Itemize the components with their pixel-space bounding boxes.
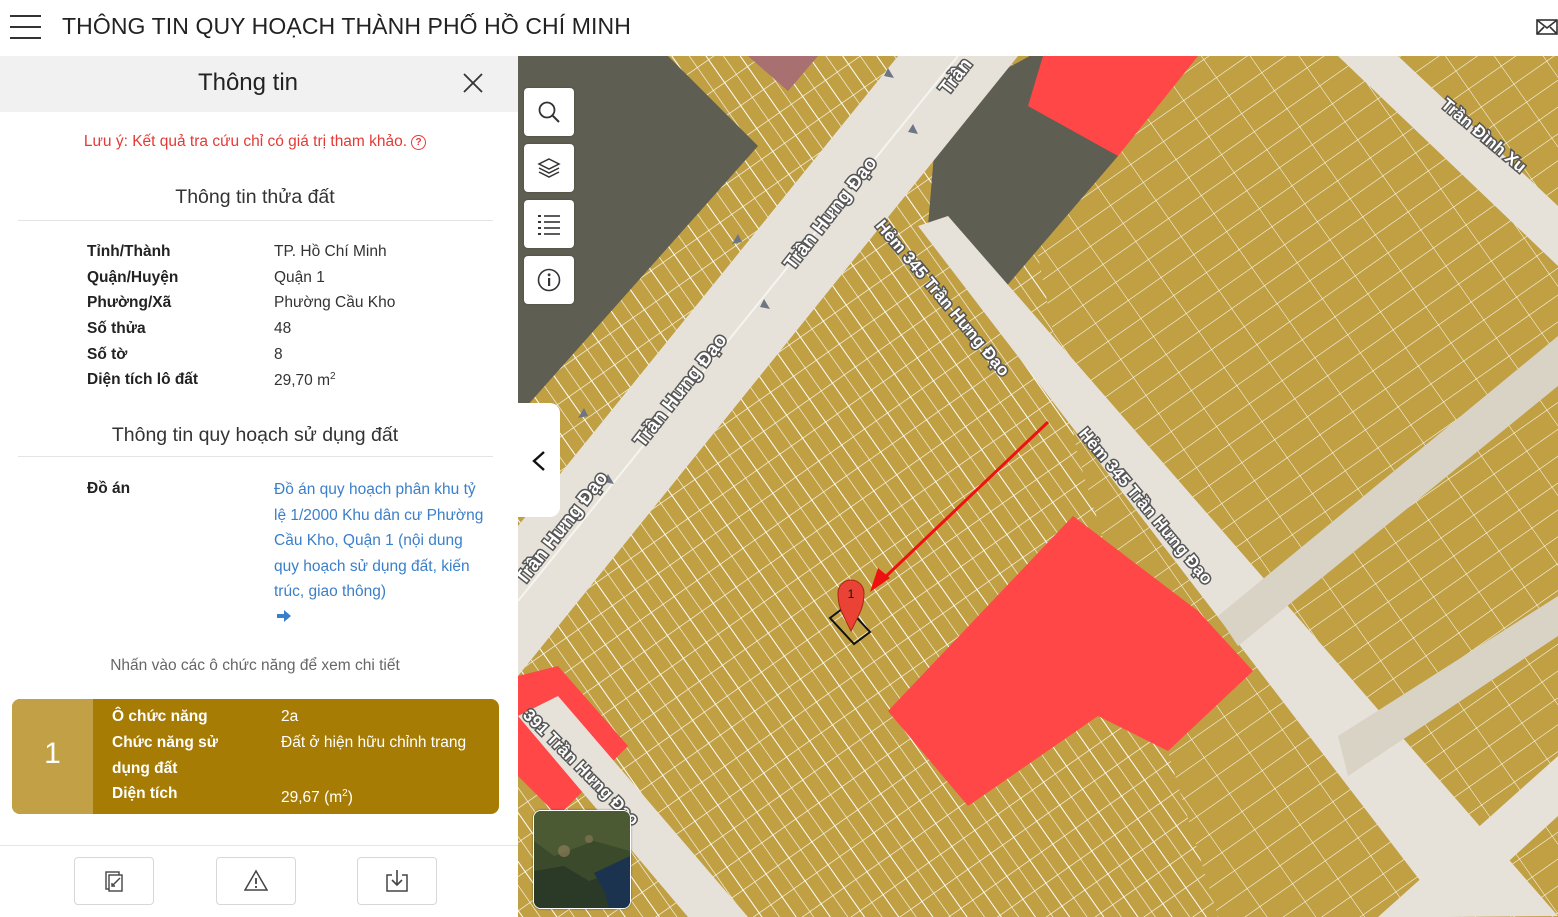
project-label: Đồ án — [87, 480, 131, 497]
map-search-button[interactable] — [524, 88, 574, 136]
download-button[interactable] — [357, 857, 437, 905]
map-view[interactable]: Trần Hưng Đạo Trần Hưng Đạo Hẻm 345 Trần… — [518, 56, 1558, 917]
map-legend-button[interactable] — [524, 200, 574, 248]
lot-area-value: 29,70 m2 — [274, 371, 336, 390]
warning-icon — [244, 869, 268, 891]
lot-area-number: 29,70 m — [274, 372, 331, 390]
card-number-box: 1 — [12, 699, 93, 814]
info-panel: Thông tin Lưu ý: Kết quả tra cứu chỉ có … — [0, 56, 518, 917]
function-zone-card[interactable]: 1 Ô chức năng 2a Chức năng sử dụng đất Đ… — [12, 699, 499, 814]
chevron-left-icon — [532, 451, 545, 471]
document-edit-icon — [105, 871, 123, 892]
satellite-minimap[interactable] — [533, 810, 631, 909]
function-zone-label: Ô chức năng — [112, 708, 208, 725]
sheet-number-label: Số tờ — [87, 346, 128, 363]
lot-area-label: Diện tích lô đất — [87, 371, 199, 388]
parcel-number-value: 48 — [274, 320, 292, 337]
report-button[interactable] — [216, 857, 296, 905]
area-value: 29,67 (m2) — [281, 781, 353, 811]
ward-label: Phường/Xã — [87, 294, 172, 311]
panel-header: Thông tin — [0, 56, 518, 112]
search-icon — [538, 101, 560, 123]
area-number: 29,67 (m — [281, 789, 343, 807]
project-link[interactable]: Đồ án quy hoạch phân khu tỷ lệ 1/2000 Kh… — [274, 477, 489, 605]
area-label: Diện tích — [112, 785, 178, 802]
app-title: THÔNG TIN QUY HOẠCH THÀNH PHỐ HỒ CHÍ MIN… — [62, 13, 631, 39]
planning-section-title: Thông tin quy hoạch sử dụng đất — [111, 424, 399, 446]
province-value: TP. Hồ Chí Minh — [274, 243, 387, 260]
disclaimer-text: Lưu ý: Kết quả tra cứu chỉ có giá trị th… — [83, 133, 408, 150]
district-value: Quận 1 — [274, 269, 325, 286]
info-icon — [537, 268, 561, 292]
list-icon — [538, 215, 560, 235]
panel-title: Thông tin — [197, 69, 299, 96]
lot-area-unit-sup: 2 — [330, 371, 336, 382]
layers-icon — [537, 158, 561, 178]
download-icon — [386, 870, 408, 892]
parcel-number-label: Số thửa — [87, 320, 146, 337]
map-canvas[interactable]: Trần Hưng Đạo Trần Hưng Đạo Hẻm 345 Trần… — [518, 56, 1558, 917]
divider — [18, 456, 493, 457]
hint-text: Nhấn vào các ô chức năng để xem chi tiết — [110, 657, 400, 674]
function-zone-value: 2a — [281, 708, 299, 725]
land-section-title: Thông tin thửa đất — [175, 186, 335, 208]
land-use-value: Đất ở hiện hữu chỉnh trang — [281, 734, 467, 751]
mail-icon[interactable] — [1536, 16, 1558, 38]
document-button[interactable] — [74, 857, 154, 905]
province-label: Tỉnh/Thành — [87, 243, 171, 260]
help-icon[interactable]: ? — [411, 135, 427, 150]
footer-divider — [0, 845, 518, 846]
hamburger-menu-icon[interactable] — [10, 15, 41, 39]
app-header: THÔNG TIN QUY HOẠCH THÀNH PHỐ HỒ CHÍ MIN… — [0, 0, 1558, 56]
map-layers-button[interactable] — [524, 144, 574, 192]
map-info-button[interactable] — [524, 256, 574, 304]
collapse-panel-button[interactable] — [518, 403, 560, 517]
arrow-right-icon[interactable] — [276, 608, 292, 624]
land-use-label: Chức năng sử dụng đất — [112, 734, 218, 777]
marker-label: 1 — [848, 587, 855, 601]
close-icon[interactable] — [462, 72, 484, 94]
disclaimer-note: Lưu ý: Kết quả tra cứu chỉ có giá trị th… — [0, 133, 510, 151]
divider — [18, 220, 493, 221]
card-number: 1 — [44, 737, 61, 770]
ward-value: Phường Cầu Kho — [274, 294, 396, 311]
district-label: Quận/Huyện — [87, 269, 179, 286]
area-suffix: ) — [347, 789, 353, 807]
satellite-thumbnail — [534, 811, 630, 908]
sheet-number-value: 8 — [274, 346, 283, 363]
